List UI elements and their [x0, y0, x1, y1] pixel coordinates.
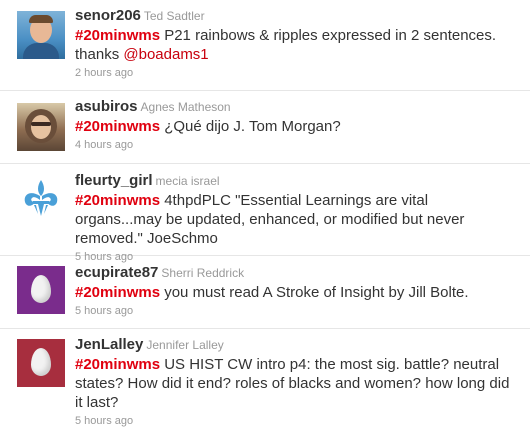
avatar[interactable]: [17, 174, 65, 222]
tweet-text: #20minwms you must read A Stroke of Insi…: [75, 283, 516, 302]
tweet-header: JenLalley Jennifer Lalley: [75, 336, 516, 354]
tweet-text-content: you must read A Stroke of Insight by Jil…: [160, 284, 469, 301]
hair-shape: [29, 15, 53, 23]
hashtag-link[interactable]: #20minwms: [75, 284, 160, 301]
screen-name-link[interactable]: asubiros: [75, 98, 138, 115]
timestamp-link[interactable]: 2 hours ago: [75, 67, 516, 79]
full-name: Sherri Reddrick: [161, 266, 245, 280]
tweet-header: senor206 Ted Sadtler: [75, 7, 516, 25]
hashtag-link[interactable]: #20minwms: [75, 192, 160, 209]
avatar[interactable]: [17, 103, 65, 151]
avatar[interactable]: [17, 11, 65, 59]
full-name: Agnes Matheson: [140, 100, 231, 114]
tweet-item: JenLalley Jennifer Lalley #20minwms US HI…: [0, 329, 530, 432]
shirt-shape: [23, 43, 59, 59]
hashtag-link[interactable]: #20minwms: [75, 118, 160, 135]
tweet-feed: senor206 Ted Sadtler #20minwms P21 rainbo…: [0, 0, 530, 432]
hashtag-link[interactable]: #20minwms: [75, 356, 160, 373]
tweet-text-content: ¿Qué dijo J. Tom Morgan?: [160, 118, 341, 135]
tweet-body: senor206 Ted Sadtler #20minwms P21 rainbo…: [75, 7, 516, 79]
tweet-item: fleurty_girl mecia israel #20minwms 4thpd…: [0, 164, 530, 263]
screen-name-link[interactable]: ecupirate87: [75, 264, 158, 281]
tweet-header: asubiros Agnes Matheson: [75, 98, 516, 116]
tweet-item: asubiros Agnes Matheson #20minwms ¿Qué di…: [0, 91, 530, 164]
screen-name-link[interactable]: fleurty_girl: [75, 172, 153, 189]
tweet-body: fleurty_girl mecia israel #20minwms 4thpd…: [75, 172, 516, 263]
tweet-text: #20minwms 4thpdPLC "Essential Learnings …: [75, 191, 516, 248]
screen-name-link[interactable]: JenLalley: [75, 336, 143, 353]
avatar[interactable]: [17, 339, 65, 387]
tweet-header: ecupirate87 Sherri Reddrick: [75, 264, 516, 282]
default-egg-icon: [31, 348, 51, 376]
screen-name-link[interactable]: senor206: [75, 7, 141, 24]
timestamp-link[interactable]: 5 hours ago: [75, 305, 516, 317]
full-name: Ted Sadtler: [143, 9, 205, 23]
mention-link[interactable]: @boadams1: [123, 46, 208, 63]
tweet-item: ecupirate87 Sherri Reddrick #20minwms you…: [0, 256, 530, 329]
tweet-body: asubiros Agnes Matheson #20minwms ¿Qué di…: [75, 98, 516, 151]
hashtag-link[interactable]: #20minwms: [75, 27, 160, 44]
tweet-body: JenLalley Jennifer Lalley #20minwms US HI…: [75, 336, 516, 427]
tweet-text: #20minwms ¿Qué dijo J. Tom Morgan?: [75, 117, 516, 136]
tweet-text: #20minwms US HIST CW intro p4: the most …: [75, 355, 516, 412]
tweet-header: fleurty_girl mecia israel: [75, 172, 516, 190]
full-name: Jennifer Lalley: [146, 338, 224, 352]
glasses-shape: [31, 122, 51, 126]
profile-photo-icon: [31, 115, 51, 139]
tweet-text: #20minwms P21 rainbows & ripples express…: [75, 26, 516, 64]
timestamp-link[interactable]: 5 hours ago: [75, 415, 516, 427]
tweet-item: senor206 Ted Sadtler #20minwms P21 rainbo…: [0, 0, 530, 91]
timestamp-link[interactable]: 4 hours ago: [75, 139, 516, 151]
avatar[interactable]: [17, 266, 65, 314]
default-egg-icon: [31, 275, 51, 303]
fleur-de-lis-icon: [24, 180, 58, 216]
full-name: mecia israel: [155, 174, 220, 188]
tweet-body: ecupirate87 Sherri Reddrick #20minwms you…: [75, 264, 516, 317]
